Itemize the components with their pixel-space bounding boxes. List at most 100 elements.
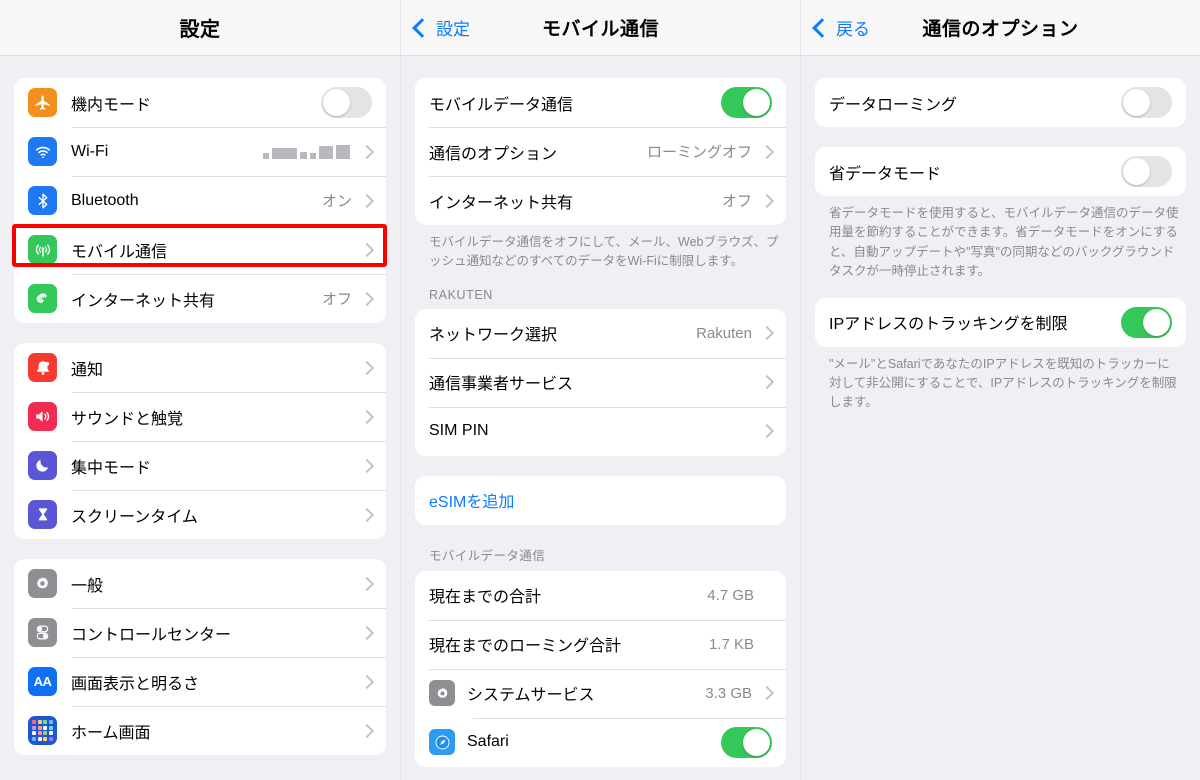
chevron-right-icon xyxy=(359,144,375,159)
row-safari-usage[interactable]: Safari xyxy=(415,717,786,767)
low-data-mode-toggle[interactable] xyxy=(1121,156,1172,187)
row-label: データローミング xyxy=(829,96,958,114)
row-label: 集中モード xyxy=(71,459,152,477)
row-personal-hotspot[interactable]: インターネット共有 オフ xyxy=(415,176,786,225)
row-sounds-haptics[interactable]: サウンドと触覚 xyxy=(14,392,386,441)
row-screen-time[interactable]: スクリーンタイム xyxy=(14,490,386,539)
navbar-cellular: 設定 モバイル通信 xyxy=(401,0,800,56)
row-label: コントロールセンター xyxy=(71,626,232,644)
row-value: 3.3 GB xyxy=(705,684,752,702)
home-screen-icon xyxy=(28,716,57,745)
page-title: 設定 xyxy=(179,19,221,41)
row-low-data-mode[interactable]: 省データモード xyxy=(815,147,1186,196)
row-display-brightness[interactable]: AA 画面表示と明るさ xyxy=(14,657,386,706)
chevron-left-icon xyxy=(412,17,432,38)
limit-ip-tracking-footer-text: "メール"とSafariであなたのIPアドレスを既知のトラッカーに対して非公開に… xyxy=(829,356,1177,410)
row-carrier-services[interactable]: 通信事業者サービス xyxy=(415,357,786,407)
cellular-icon xyxy=(28,235,57,264)
cellular-list: モバイルデータ通信 通信のオプション ローミングオフ インターネット共有 オフ … xyxy=(401,56,800,780)
back-button-label: 設定 xyxy=(436,20,470,39)
chevron-right-icon xyxy=(759,424,775,439)
cellular-data-footer-text: モバイルデータ通信をオフにして、メール、Webブラウズ、プッシュ通知などのすべて… xyxy=(429,235,779,269)
row-label: Bluetooth xyxy=(71,191,139,209)
chevron-right-icon xyxy=(359,458,375,473)
chevron-right-icon xyxy=(759,375,775,390)
limit-ip-tracking-toggle[interactable] xyxy=(1121,306,1172,338)
row-wifi[interactable]: Wi-Fi xyxy=(14,127,386,176)
cellular-group-usage: 現在までの合計 4.7 GB 現在までのローミング合計 1.7 KB システムサ… xyxy=(415,570,786,767)
bluetooth-icon xyxy=(28,186,57,215)
row-label: モバイルデータ通信 xyxy=(429,96,574,114)
row-general[interactable]: 一般 xyxy=(14,559,386,608)
control-center-icon xyxy=(28,618,57,647)
section-header-carrier: RAKUTEN xyxy=(429,287,493,302)
row-focus[interactable]: 集中モード xyxy=(14,441,386,490)
row-data-roaming[interactable]: データローミング xyxy=(815,78,1186,127)
row-value: オン xyxy=(321,193,352,210)
row-value: 1.7 KB xyxy=(708,635,754,653)
cellular-group-carrier: ネットワーク選択 Rakuten 通信事業者サービス SIM PIN xyxy=(415,308,786,456)
home-grid-glyph xyxy=(32,720,53,741)
row-network-selection[interactable]: ネットワーク選択 Rakuten xyxy=(415,308,786,358)
row-control-center[interactable]: コントロールセンター xyxy=(14,608,386,657)
chevron-right-icon xyxy=(359,507,375,522)
row-value: オフ xyxy=(321,291,352,308)
personal-hotspot-icon xyxy=(28,284,57,313)
row-label: 画面表示と明るさ xyxy=(71,675,200,693)
general-gear-icon xyxy=(429,680,455,707)
row-cellular-data-options[interactable]: 通信のオプション ローミングオフ xyxy=(415,127,786,176)
row-notifications[interactable]: 通知 xyxy=(14,343,386,392)
chevron-right-icon xyxy=(359,625,375,640)
navbar-data-options: 戻る 通信のオプション xyxy=(801,0,1200,56)
row-label: 現在までのローミング合計 xyxy=(429,638,622,656)
data-roaming-toggle[interactable] xyxy=(1121,87,1172,118)
row-label: Wi-Fi xyxy=(71,142,109,160)
data-options-list: データローミング 省データモード 省データモードを使用すると、モバイルデータ通信… xyxy=(801,56,1200,780)
row-personal-hotspot[interactable]: インターネット共有 オフ xyxy=(14,274,386,323)
chevron-right-icon xyxy=(359,291,375,306)
row-airplane-mode[interactable]: 機内モード xyxy=(14,78,386,127)
row-cellular-data[interactable]: モバイルデータ通信 xyxy=(415,78,786,127)
three-panel-screenshot: 設定 機内モード Wi-Fi Bluetooth オン モバイル通信 インターネ… xyxy=(0,0,1200,780)
group-data-roaming: データローミング xyxy=(815,78,1186,127)
airplane-mode-toggle[interactable] xyxy=(321,87,372,118)
row-value: ローミングオフ xyxy=(646,144,752,161)
airplane-icon xyxy=(28,88,57,117)
row-label: サウンドと触覚 xyxy=(71,410,184,428)
back-button[interactable]: 戻る xyxy=(812,15,870,40)
chevron-right-icon xyxy=(759,144,775,159)
row-label: 現在までの合計 xyxy=(429,589,542,607)
row-label: 省データモード xyxy=(829,165,942,183)
wifi-network-value-redacted xyxy=(263,144,350,159)
group-low-data-mode: 省データモード xyxy=(815,147,1186,196)
settings-group-connectivity: 機内モード Wi-Fi Bluetooth オン モバイル通信 インターネット共… xyxy=(14,78,386,323)
chevron-right-icon xyxy=(759,326,775,341)
row-label: 通信のオプション xyxy=(429,145,558,163)
row-sim-pin[interactable]: SIM PIN xyxy=(415,406,786,456)
row-label: eSIMを追加 xyxy=(429,494,515,512)
row-add-esim[interactable]: eSIMを追加 xyxy=(415,475,786,525)
cellular-group-esim: eSIMを追加 xyxy=(415,475,786,525)
row-system-services[interactable]: システムサービス 3.3 GB xyxy=(415,668,786,718)
row-label: スクリーンタイム xyxy=(71,508,198,526)
row-label: モバイル通信 xyxy=(71,243,168,261)
settings-group-general: 一般 コントロールセンター AA 画面表示と明るさ ホーム画面 xyxy=(14,559,386,755)
row-label: IPアドレスのトラッキングを制限 xyxy=(829,316,1068,333)
cellular-data-toggle[interactable] xyxy=(721,87,772,118)
row-home-screen[interactable]: ホーム画面 xyxy=(14,706,386,755)
row-label: 通知 xyxy=(71,361,104,379)
row-limit-ip-tracking[interactable]: IPアドレスのトラッキングを制限 xyxy=(815,297,1186,347)
row-bluetooth[interactable]: Bluetooth オン xyxy=(14,176,386,225)
row-cellular[interactable]: モバイル通信 xyxy=(14,225,386,274)
row-label: Safari xyxy=(467,733,509,751)
row-label: インターネット共有 xyxy=(71,292,216,310)
chevron-left-icon xyxy=(812,17,832,38)
safari-cellular-toggle[interactable] xyxy=(721,726,772,758)
chevron-right-icon xyxy=(359,723,375,738)
back-button-settings[interactable]: 設定 xyxy=(412,15,470,40)
chevron-right-icon xyxy=(759,193,775,208)
focus-icon xyxy=(28,451,57,480)
chevron-right-icon xyxy=(359,360,375,375)
chevron-right-icon xyxy=(759,686,775,701)
row-current-period-roaming: 現在までのローミング合計 1.7 KB xyxy=(415,619,786,669)
